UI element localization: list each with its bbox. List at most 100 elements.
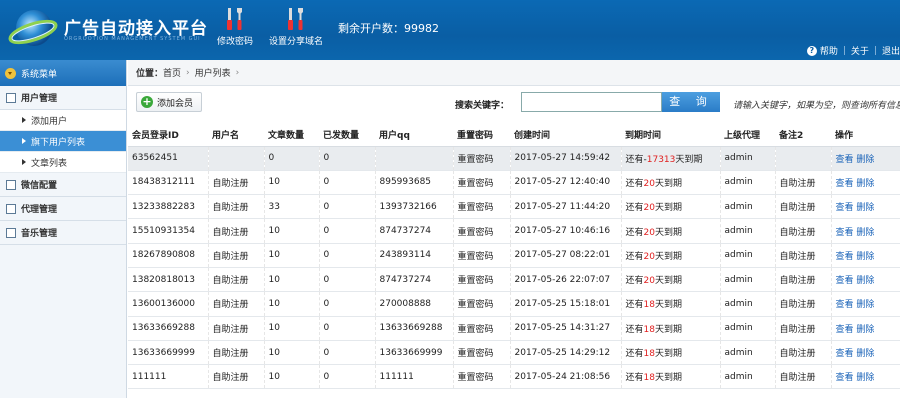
section-icon — [6, 92, 16, 103]
view-link[interactable]: 查看 — [836, 252, 854, 262]
view-link[interactable]: 查看 — [836, 349, 854, 359]
cell-created-time: 2017-05-25 14:31:27 — [510, 316, 622, 341]
delete-link[interactable]: 删除 — [856, 203, 874, 213]
reset-password-link[interactable]: 重置密码 — [453, 364, 511, 390]
reset-password-link[interactable]: 重置密码 — [453, 146, 511, 171]
top-links: ? 帮助 | 关于 | 退出 — [806, 44, 900, 57]
reset-password-link[interactable]: 重置密码 — [453, 170, 511, 196]
add-member-button[interactable]: + 添加会员 — [136, 92, 203, 112]
change-password-button[interactable]: 修改密码 — [214, 6, 256, 47]
delete-link[interactable]: 删除 — [856, 349, 874, 359]
delete-link[interactable]: 删除 — [856, 155, 874, 165]
cell-agent: admin — [720, 146, 776, 171]
sidebar: 系统菜单 用户管理 添加用户 旗下用户列表 文章列表 微信配置 代理管理 音乐管… — [0, 60, 127, 398]
cell-article-count: 10 — [264, 267, 320, 293]
cell-article-count: 0 — [264, 146, 320, 171]
reset-password-link[interactable]: 重置密码 — [453, 340, 511, 366]
expiry-suffix: 天到期 — [654, 349, 682, 360]
about-link[interactable]: 关于 — [851, 44, 869, 57]
sidebar-item-label: 添加用户 — [31, 116, 68, 127]
cell-username: 自助注册 — [208, 364, 265, 390]
delete-link[interactable]: 删除 — [856, 276, 874, 286]
cell-qq: 270008888 — [375, 291, 454, 317]
table-row: 13600136000 自助注册 10 0 270008888 重置密码 2017-05-2… — [128, 291, 900, 317]
reset-password-link[interactable]: 重置密码 — [453, 243, 511, 268]
cell-username — [208, 146, 265, 171]
logout-link[interactable]: 退出 — [882, 44, 900, 57]
sidebar-item-user-list[interactable]: 旗下用户列表 — [0, 131, 126, 152]
sidebar-section-user-management[interactable]: 用户管理 — [0, 86, 126, 110]
delete-link[interactable]: 删除 — [856, 325, 874, 335]
view-link[interactable]: 查看 — [836, 276, 854, 286]
cell-article-count: 10 — [264, 218, 320, 244]
cell-qq — [375, 146, 454, 171]
table-row: 13633669999 自助注册 10 0 13633669999 重置密码 2017-05… — [128, 340, 900, 366]
cell-agent: admin — [720, 291, 776, 317]
sidebar-section-music-management[interactable]: 音乐管理 — [0, 221, 126, 245]
cell-expiry: 还有20天到期 — [621, 170, 721, 196]
search-hint: 请输入关键字，如果为空，则查询所有信息 — [733, 101, 900, 111]
cell-qq: 874737274 — [375, 218, 454, 244]
sidebar-item-add-user[interactable]: 添加用户 — [0, 110, 126, 131]
cell-note: 自助注册 — [775, 291, 832, 317]
chevron-right-icon: › — [235, 67, 240, 78]
expiry-suffix: 天到期 — [654, 251, 682, 262]
cell-qq: 895993685 — [375, 170, 454, 196]
cell-created-time: 2017-05-27 12:40:40 — [510, 170, 622, 196]
cell-note: 自助注册 — [775, 316, 832, 341]
cell-created-time: 2017-05-27 10:46:16 — [510, 218, 622, 244]
cell-sent-count: 0 — [319, 267, 376, 293]
delete-link[interactable]: 删除 — [856, 252, 874, 262]
search-input[interactable] — [521, 92, 662, 112]
view-link[interactable]: 查看 — [836, 179, 854, 189]
expiry-days: 20 — [643, 178, 655, 189]
view-link[interactable]: 查看 — [836, 373, 854, 383]
cell-actions: 查看 删除 — [831, 340, 900, 366]
sidebar-section-agent-management[interactable]: 代理管理 — [0, 197, 126, 221]
delete-link[interactable]: 删除 — [856, 228, 874, 238]
column-header: 到期时间 — [621, 124, 720, 147]
reset-password-link[interactable]: 重置密码 — [453, 291, 511, 317]
view-link[interactable]: 查看 — [836, 300, 854, 310]
sidebar-section-wechat-config[interactable]: 微信配置 — [0, 173, 126, 197]
expiry-prefix: 还有- — [625, 154, 647, 165]
cell-agent: admin — [720, 340, 776, 366]
chevron-down-icon — [5, 67, 16, 79]
delete-link[interactable]: 删除 — [856, 373, 874, 383]
cell-created-time: 2017-05-25 15:18:01 — [510, 291, 622, 317]
help-link[interactable]: 帮助 — [820, 44, 838, 57]
breadcrumb-home[interactable]: 首页 — [163, 66, 181, 79]
column-header: 用户qq — [375, 124, 453, 147]
cell-actions: 查看 删除 — [831, 267, 900, 293]
tools-icon — [288, 8, 303, 30]
app-window: 广告自动接入平台 ORGROOTION MANAGEMENT SYSTEM GU… — [0, 0, 900, 398]
delete-link[interactable]: 删除 — [856, 300, 874, 310]
table-row: 13633669288 自助注册 10 0 13633669288 重置密码 2017-05… — [128, 316, 900, 341]
search-button[interactable]: 查 询 — [662, 92, 720, 112]
section-label: 音乐管理 — [21, 229, 58, 239]
cell-member-id: 18438312111 — [128, 170, 209, 196]
sidebar-item-article-list[interactable]: 文章列表 — [0, 152, 126, 173]
cell-qq: 243893114 — [375, 243, 454, 268]
table-row: 13820818013 自助注册 10 0 874737274 重置密码 2017-05-2… — [128, 267, 900, 293]
set-share-domain-button[interactable]: 设置分享域名 — [266, 6, 326, 47]
view-link[interactable]: 查看 — [836, 228, 854, 238]
section-label: 微信配置 — [21, 181, 58, 191]
reset-password-link[interactable]: 重置密码 — [453, 316, 511, 341]
table-header-row: 会员登录ID 用户名 文章数量 已发数量 用户qq 重置密码 创建时间 到期时间… — [128, 124, 900, 147]
reset-password-link[interactable]: 重置密码 — [453, 218, 511, 244]
view-link[interactable]: 查看 — [836, 155, 854, 165]
cell-expiry: 还有18天到期 — [621, 340, 721, 366]
cell-member-id: 13233882283 — [128, 194, 209, 220]
help-icon: ? — [806, 45, 817, 56]
system-menu-header[interactable]: 系统菜单 — [0, 60, 126, 86]
view-link[interactable]: 查看 — [836, 203, 854, 213]
reset-password-link[interactable]: 重置密码 — [453, 267, 511, 293]
cell-expiry: 还有18天到期 — [621, 316, 721, 341]
expiry-prefix: 还有 — [625, 203, 644, 214]
reset-password-link[interactable]: 重置密码 — [453, 194, 511, 220]
delete-link[interactable]: 删除 — [856, 179, 874, 189]
cell-article-count: 33 — [264, 194, 320, 220]
section-icon — [6, 227, 16, 238]
view-link[interactable]: 查看 — [836, 325, 854, 335]
